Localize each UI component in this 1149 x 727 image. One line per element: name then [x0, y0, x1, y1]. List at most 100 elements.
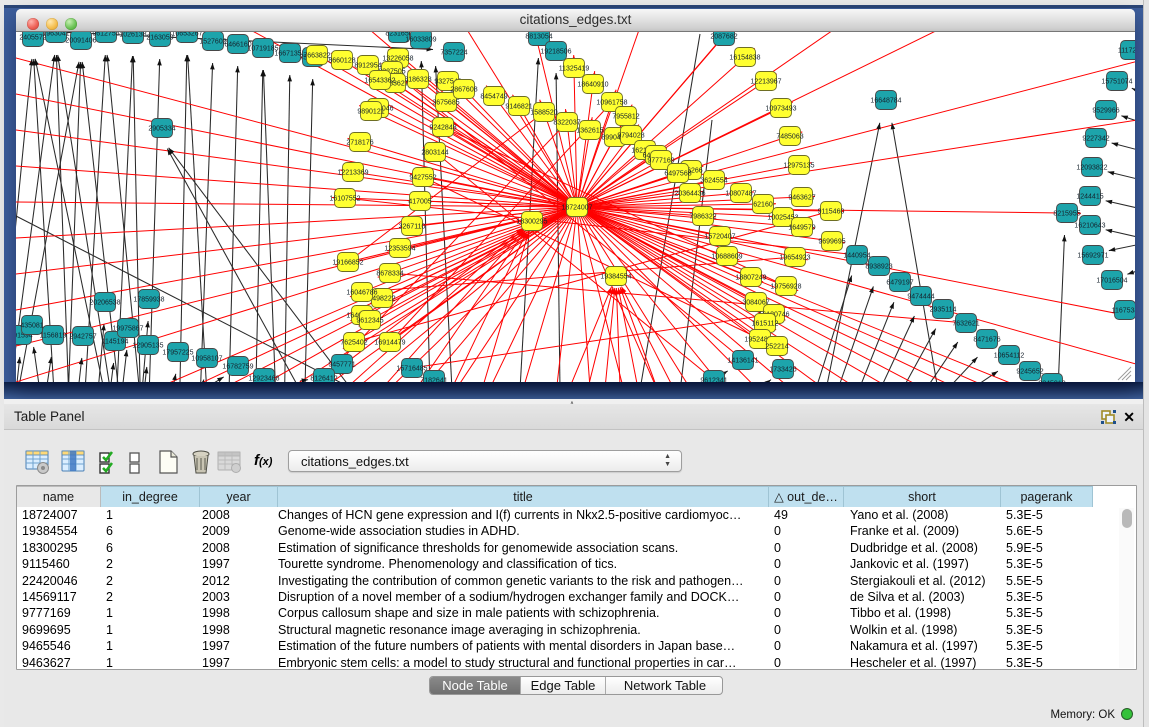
- svg-text:1145194: 1145194: [102, 338, 129, 345]
- svg-text:9242848: 9242848: [429, 124, 456, 131]
- svg-text:16107552: 16107552: [329, 195, 360, 202]
- svg-text:16046786: 16046786: [346, 289, 377, 296]
- svg-text:9699695: 9699695: [818, 238, 845, 245]
- svg-text:252214: 252214: [765, 343, 788, 350]
- svg-text:62160: 62160: [753, 201, 773, 208]
- svg-text:10654112: 10654112: [994, 352, 1025, 359]
- svg-text:18300295: 18300295: [516, 218, 547, 225]
- svg-text:16210643: 16210643: [1074, 222, 1105, 229]
- svg-text:8813054: 8813054: [525, 33, 552, 40]
- svg-text:14136141: 14136141: [727, 357, 758, 364]
- svg-text:9463627: 9463627: [788, 194, 815, 201]
- svg-text:12093822: 12093822: [1076, 164, 1107, 171]
- svg-text:15720407: 15720407: [704, 233, 735, 240]
- svg-text:15692971: 15692971: [1077, 252, 1108, 259]
- svg-text:7663822: 7663822: [303, 52, 330, 59]
- svg-text:19756928: 19756928: [770, 283, 801, 290]
- svg-text:16914479: 16914479: [374, 339, 405, 346]
- svg-text:1117204: 1117204: [1118, 47, 1135, 54]
- svg-text:10807487: 10807487: [725, 190, 756, 197]
- svg-text:10958107: 10958107: [191, 355, 222, 362]
- svg-text:20091406: 20091406: [65, 37, 96, 44]
- svg-text:2935114: 2935114: [930, 306, 957, 313]
- svg-text:12975135: 12975135: [783, 162, 814, 169]
- svg-text:2942757: 2942757: [69, 333, 96, 340]
- svg-text:7625402: 7625402: [340, 339, 367, 346]
- svg-text:1527602: 1527602: [199, 38, 226, 45]
- svg-text:20364436: 20364436: [674, 190, 705, 197]
- svg-text:16154838: 16154838: [729, 54, 760, 61]
- svg-text:17957225: 17957225: [162, 349, 193, 356]
- svg-text:7357224: 7357224: [440, 49, 467, 56]
- svg-text:11325419: 11325419: [559, 65, 590, 72]
- svg-text:20206538: 20206538: [89, 299, 120, 306]
- svg-text:2867608: 2867608: [450, 86, 477, 93]
- svg-text:9612341: 9612341: [700, 377, 727, 382]
- svg-text:1440954: 1440954: [843, 252, 870, 259]
- svg-text:1026138: 1026138: [119, 32, 146, 38]
- svg-text:3675685: 3675685: [432, 99, 459, 106]
- svg-text:19384554: 19384554: [600, 273, 631, 280]
- svg-text:7632621: 7632621: [952, 320, 979, 327]
- svg-text:8454749: 8454749: [480, 93, 507, 100]
- svg-text:10961758: 10961758: [596, 99, 627, 106]
- svg-text:8471676: 8471676: [973, 336, 1000, 343]
- svg-text:6479197: 6479197: [886, 279, 913, 286]
- svg-text:8660128: 8660128: [328, 57, 355, 64]
- svg-text:8912954: 8912954: [354, 62, 381, 69]
- svg-text:2803144: 2803144: [421, 149, 448, 156]
- svg-text:7955812: 7955812: [612, 113, 639, 120]
- svg-text:16543362: 16543362: [364, 77, 395, 84]
- svg-text:18724007: 18724007: [561, 204, 592, 211]
- svg-text:8678334: 8678334: [376, 270, 403, 277]
- svg-text:12923468: 12923468: [248, 375, 279, 382]
- svg-text:1244415: 1244415: [1076, 193, 1103, 200]
- svg-text:12353594: 12353594: [384, 245, 415, 252]
- svg-text:9794028: 9794028: [617, 132, 644, 139]
- svg-text:1167534: 1167534: [1112, 307, 1135, 314]
- svg-text:15751074: 15751074: [1101, 78, 1132, 85]
- svg-text:1156819: 1156819: [40, 332, 67, 339]
- svg-text:18807249: 18807249: [735, 274, 766, 281]
- svg-text:9612345: 9612345: [356, 317, 383, 324]
- svg-text:19218506: 19218506: [540, 48, 571, 55]
- svg-text:9227342: 9227342: [1082, 135, 1109, 142]
- svg-text:8215955: 8215955: [1053, 210, 1080, 217]
- svg-text:1362615: 1362615: [576, 127, 603, 134]
- svg-text:12213967: 12213967: [750, 78, 781, 85]
- svg-text:10688609: 10688609: [711, 253, 742, 260]
- svg-text:7485063: 7485063: [776, 133, 803, 140]
- svg-text:19166852: 19166852: [332, 259, 363, 266]
- svg-text:1733426: 1733426: [769, 366, 796, 373]
- svg-text:17016504: 17016504: [1096, 277, 1127, 284]
- svg-text:12905135: 12905135: [132, 342, 163, 349]
- svg-text:7182641: 7182641: [420, 377, 447, 382]
- svg-text:2718176: 2718176: [346, 139, 373, 146]
- svg-text:9427552: 9427552: [409, 174, 436, 181]
- svg-text:18640910: 18640910: [577, 81, 608, 88]
- svg-text:2163059: 2163059: [146, 34, 173, 41]
- svg-text:10973493: 10973493: [765, 105, 796, 112]
- svg-text:9529966: 9529966: [1092, 107, 1119, 114]
- svg-text:1649579: 1649579: [788, 224, 815, 231]
- svg-text:10653267: 10653267: [171, 32, 202, 37]
- svg-text:435081: 435081: [20, 322, 43, 329]
- svg-text:15716485: 15716485: [396, 365, 427, 372]
- svg-text:8322037: 8322037: [553, 119, 580, 126]
- svg-text:12213369: 12213369: [337, 169, 368, 176]
- svg-text:9245652: 9245652: [1016, 368, 1043, 375]
- svg-text:9474444: 9474444: [907, 293, 934, 300]
- svg-text:16782759: 16782759: [222, 363, 253, 370]
- svg-text:9115460: 9115460: [818, 208, 845, 215]
- svg-text:19975867: 19975867: [112, 325, 143, 332]
- svg-text:19654923: 19654923: [779, 254, 810, 261]
- svg-text:6497568: 6497568: [664, 170, 691, 177]
- svg-text:2087682: 2087682: [710, 33, 737, 40]
- svg-text:417005: 417005: [408, 198, 431, 205]
- svg-text:9146821: 9146821: [505, 103, 532, 110]
- svg-text:9245012: 9245012: [1038, 380, 1065, 382]
- svg-text:16648784: 16648784: [870, 97, 901, 104]
- svg-text:8938923: 8938923: [865, 263, 892, 270]
- svg-text:8126412: 8126412: [310, 375, 337, 382]
- svg-text:9612753: 9612753: [92, 32, 119, 37]
